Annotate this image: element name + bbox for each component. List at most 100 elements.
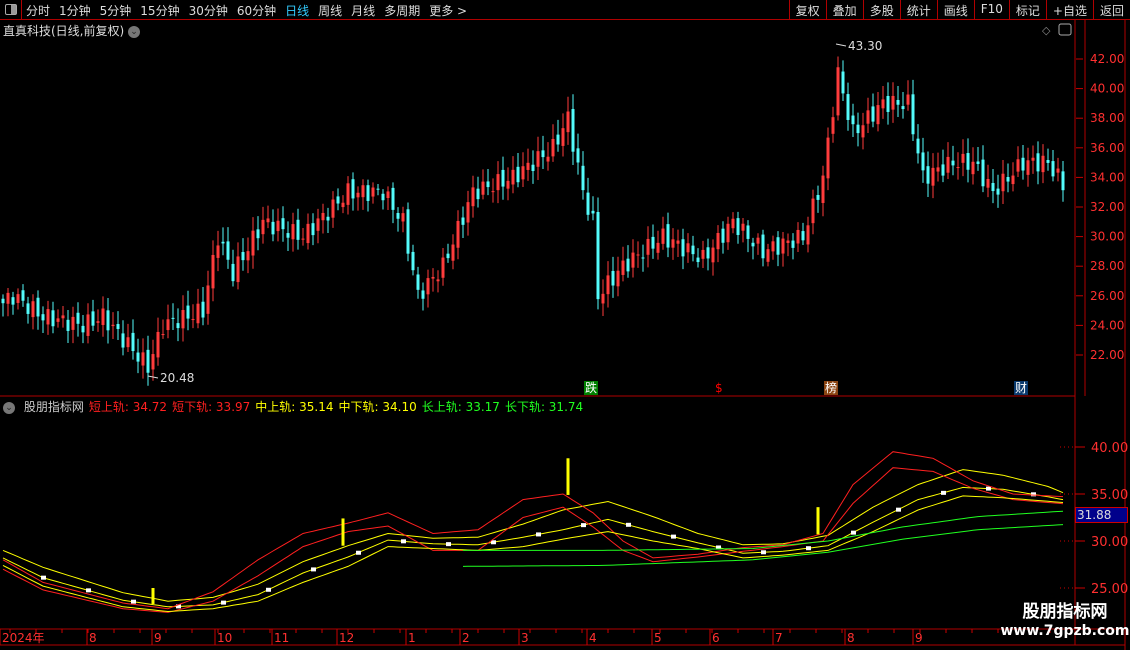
chevron-down-icon[interactable]: ⌄ — [3, 401, 15, 414]
candle-body — [441, 257, 445, 278]
candle-body — [121, 333, 125, 348]
candle-body — [776, 237, 780, 255]
candle-body — [26, 303, 30, 314]
candle-body — [866, 110, 870, 124]
candle-body — [761, 234, 765, 259]
candle-body — [201, 301, 205, 318]
candle-body — [361, 185, 365, 198]
indicator-tick-label: 25.00 — [1091, 582, 1128, 597]
candle-body — [771, 241, 775, 252]
candle-body — [936, 167, 940, 172]
price-tick-label: 42.00 — [1090, 52, 1124, 66]
candle-body — [186, 305, 190, 319]
candle-body — [971, 161, 975, 175]
candle-body — [1051, 161, 1055, 177]
candle-body — [801, 231, 805, 241]
date-label: 9 — [154, 631, 162, 645]
candle-body — [521, 166, 525, 180]
candle-body — [276, 220, 280, 232]
candle-body — [791, 240, 795, 248]
price-tick-label: 28.00 — [1090, 259, 1124, 273]
price-tick-label: 32.00 — [1090, 200, 1124, 214]
event-marker[interactable]: 财 — [1014, 381, 1029, 395]
candle-body — [1041, 155, 1045, 173]
candle-body — [506, 180, 510, 189]
candle-body — [166, 319, 170, 331]
price-tick-label: 24.00 — [1090, 318, 1124, 332]
candle-body — [686, 243, 690, 253]
candle-body — [636, 254, 640, 256]
watermark: 股朋指标网 www.7gpzb.com — [1000, 603, 1130, 641]
candle-body — [211, 254, 215, 289]
candle-body — [991, 183, 995, 192]
candle-body — [6, 292, 10, 304]
candle-body — [261, 219, 265, 235]
date-label: 8 — [89, 631, 97, 645]
indicator-line-2 — [2, 451, 1064, 610]
max-price-label: 43.30 — [848, 39, 882, 53]
candle-body — [106, 310, 110, 331]
min-price-label: 20.48 — [160, 371, 194, 385]
event-marker[interactable]: 跌 — [584, 381, 599, 395]
candle-body — [56, 318, 60, 322]
candle-body — [951, 160, 955, 166]
date-label: 2024年 — [2, 631, 45, 645]
event-marker[interactable]: $ — [714, 381, 724, 395]
candle-body — [996, 188, 1000, 195]
candle-body — [396, 213, 400, 219]
candle-body — [311, 223, 315, 236]
candle-body — [331, 199, 335, 218]
candle-body — [561, 128, 565, 146]
candle-body — [191, 319, 195, 321]
candle-body — [391, 187, 395, 210]
candle-body — [281, 218, 285, 230]
indicator-legend: ⌄ 股朋指标网 短上轨: 34.72 短下轨: 33.97 中上轨: 35.14 中下轨… — [3, 398, 593, 415]
indicator-marker — [86, 588, 91, 593]
candle-body — [466, 202, 470, 223]
candle-body — [401, 213, 405, 222]
candle-body — [546, 156, 550, 162]
candle-body — [36, 297, 40, 317]
candle-body — [721, 228, 725, 243]
candle-body — [116, 324, 120, 329]
candle-body — [81, 325, 85, 333]
indicator-marker — [131, 599, 136, 604]
candle-body — [651, 236, 655, 249]
candle-body — [341, 202, 345, 208]
date-label: 12 — [339, 631, 354, 645]
candle-body — [216, 245, 220, 258]
candle-body — [456, 220, 460, 248]
candle-body — [886, 95, 890, 112]
indicator-tick-label: 40.00 — [1091, 441, 1128, 456]
price-tick-label: 34.00 — [1090, 170, 1124, 184]
candle-body — [481, 181, 485, 195]
candle-body — [581, 165, 585, 191]
indicator-value: 长下轨: 31.74 — [504, 400, 584, 414]
candle-body — [251, 230, 255, 256]
candle-body — [476, 188, 480, 200]
date-label: 10 — [217, 631, 232, 645]
diamond-icon: ◇ — [1042, 24, 1051, 37]
price-tick-label: 22.00 — [1090, 348, 1124, 362]
candle-body — [696, 257, 700, 263]
indicator-marker — [626, 522, 631, 527]
indicator-marker — [941, 490, 946, 495]
event-marker[interactable]: 榜 — [824, 381, 839, 395]
candle-body — [556, 134, 560, 145]
candle-body — [911, 94, 915, 135]
candle-body — [46, 309, 50, 325]
candle-body — [336, 196, 340, 204]
candle-body — [126, 337, 130, 348]
candle-body — [631, 252, 635, 268]
candle-body — [346, 183, 350, 205]
candle-body — [1056, 168, 1060, 173]
candle-body — [1026, 160, 1030, 175]
candle-body — [86, 314, 90, 336]
candle-body — [161, 334, 165, 336]
candle-body — [711, 247, 715, 263]
candle-body — [326, 216, 330, 221]
candle-body — [91, 311, 95, 326]
chart-canvas[interactable]: 42.00 40.00 38.00 36.00 34.00 32.00 30.00 28.00… — [0, 0, 1130, 650]
candle-body — [621, 260, 625, 275]
signal-bar — [816, 507, 820, 535]
